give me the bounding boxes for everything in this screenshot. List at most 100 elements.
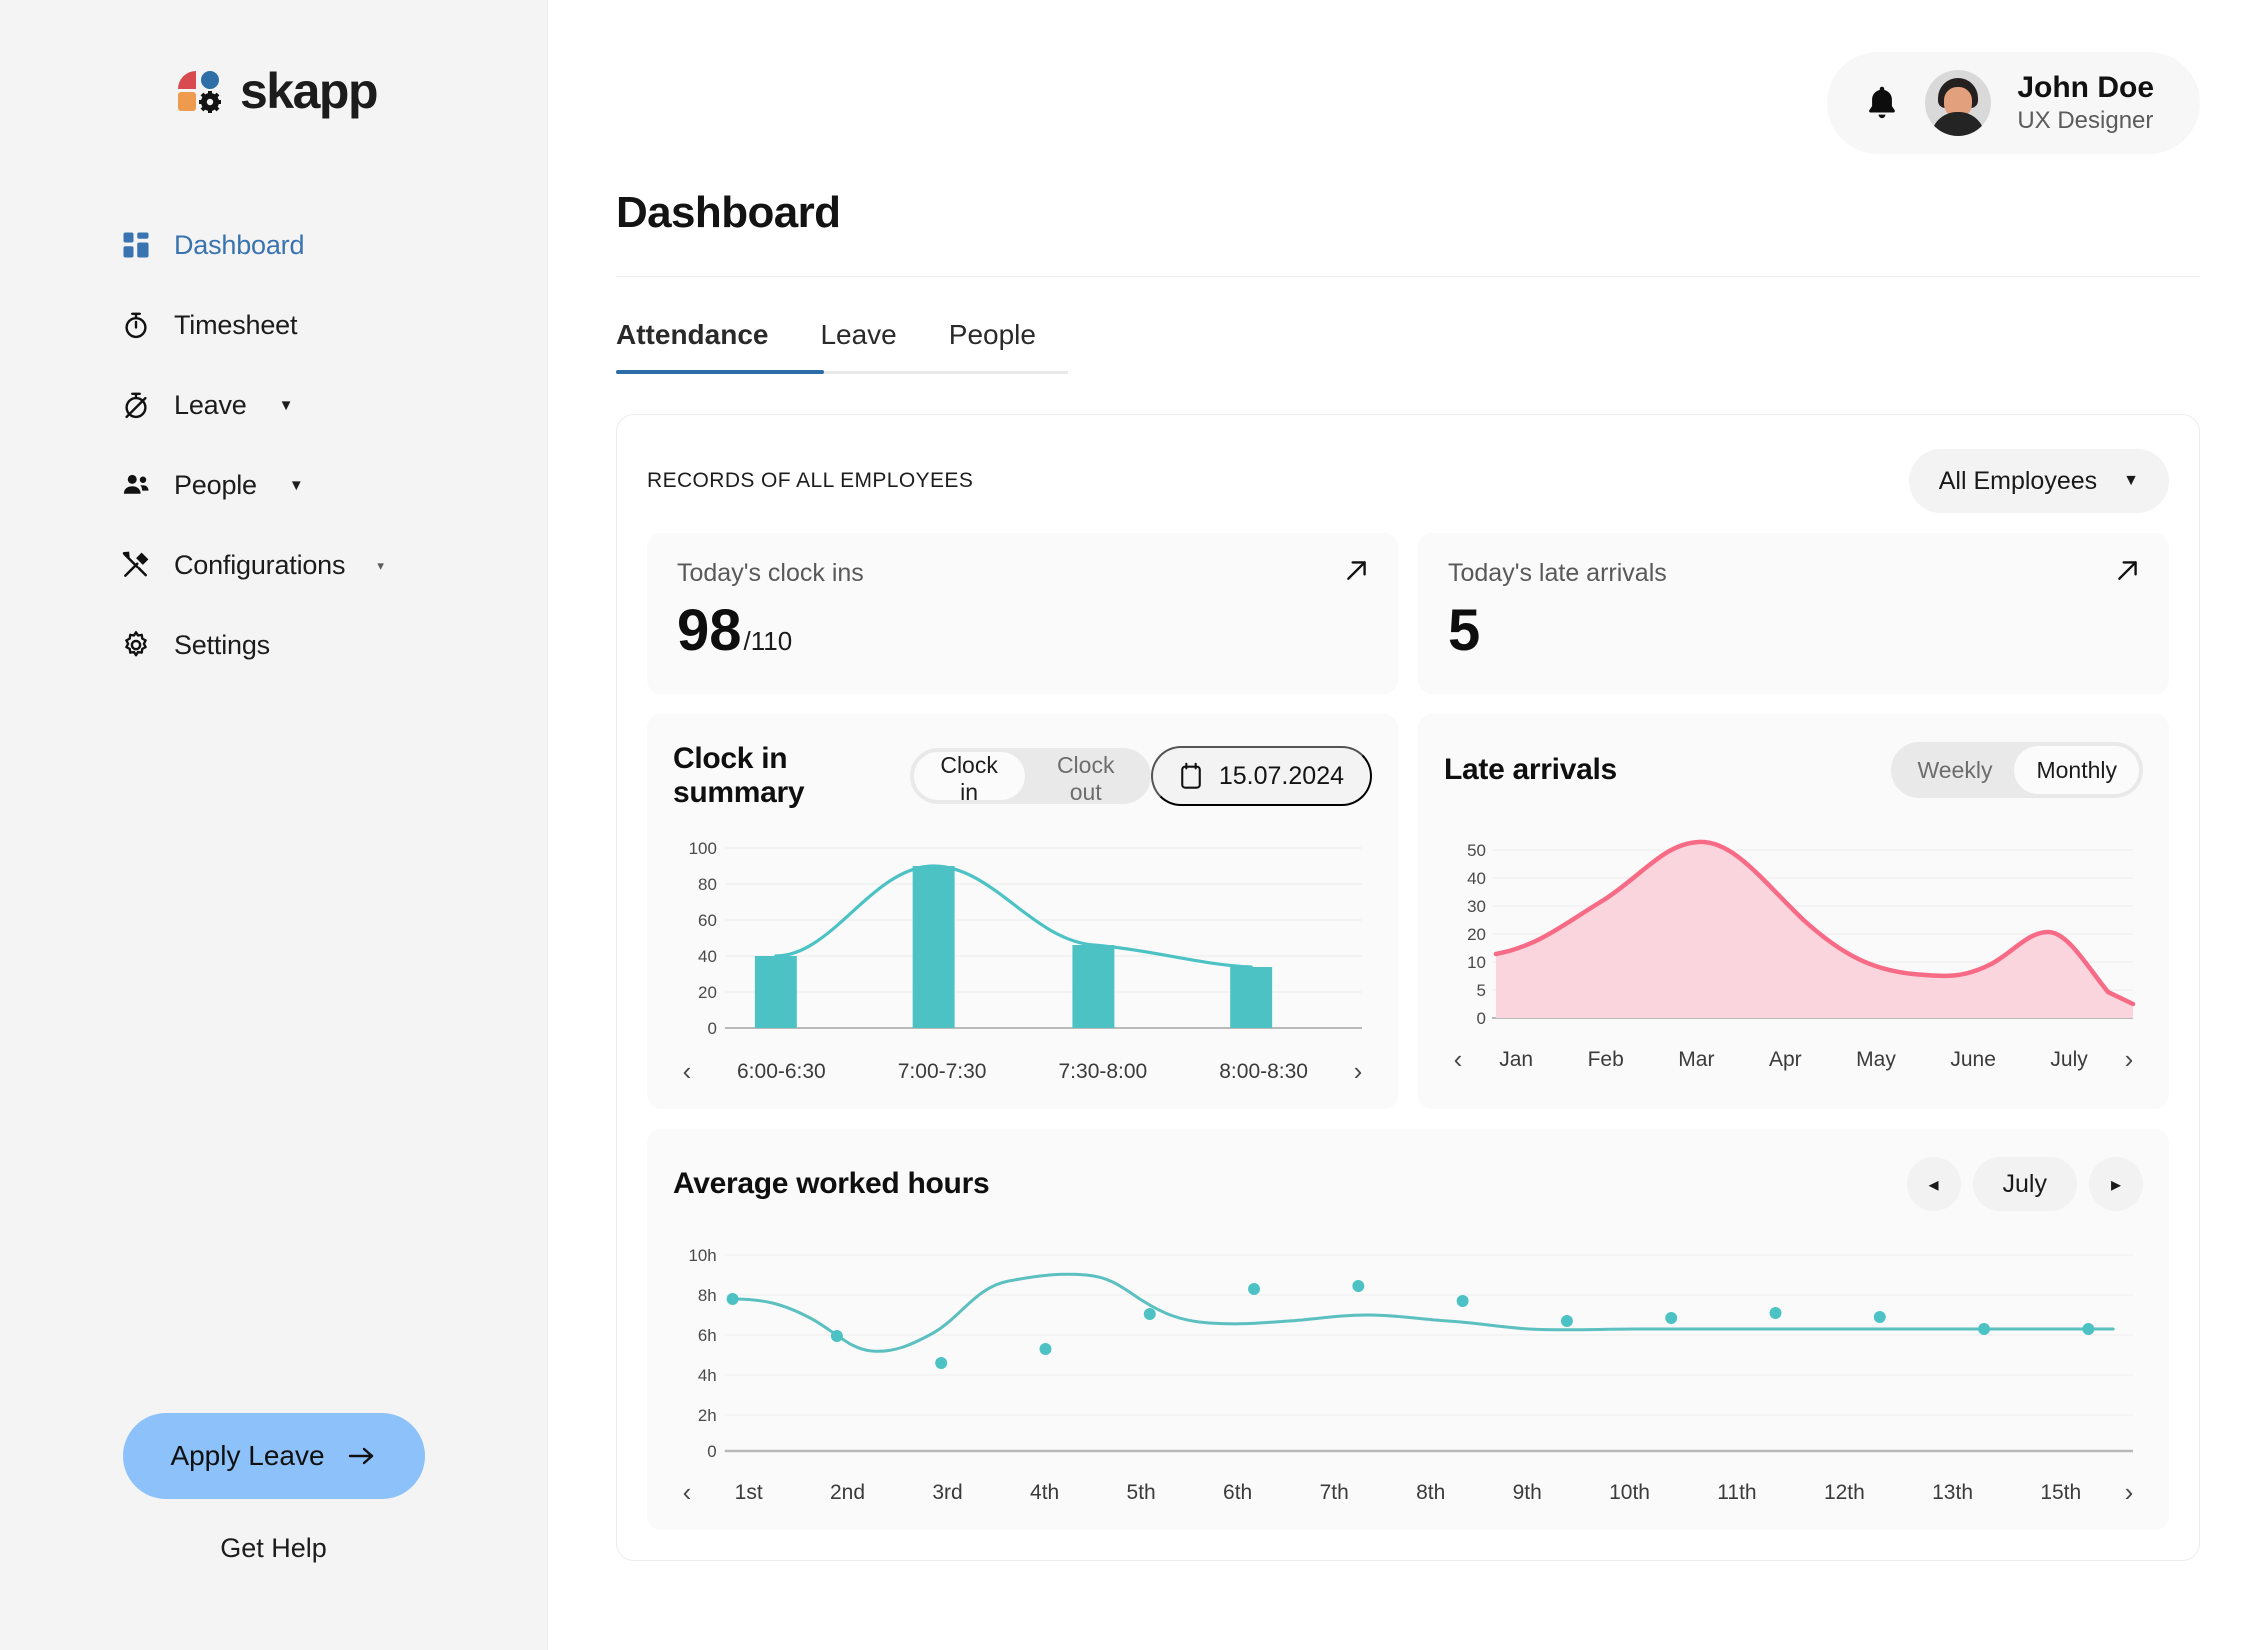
skapp-logo-icon [170,63,226,119]
stat-label: Today's clock ins [677,559,1368,588]
user-name: John Doe [2017,70,2154,105]
employee-filter-dropdown[interactable]: All Employees ▼ [1909,449,2169,513]
arrow-up-right-icon[interactable] [1344,557,1370,583]
stat-value-group: 98 /110 [677,602,1368,660]
notification-bell-icon[interactable] [1865,84,1899,122]
x-tick-label: 10th [1609,1481,1650,1505]
attendance-panel: RECORDS OF ALL EMPLOYEES All Employees ▼… [616,414,2200,1561]
x-tick-label: May [1856,1048,1896,1072]
sidebar-item-timesheet[interactable]: Timesheet [0,296,547,354]
toggle-weekly[interactable]: Weekly [1895,746,2014,794]
next-arrow-icon[interactable]: › [2115,1477,2143,1508]
current-month-button[interactable]: July [1973,1157,2077,1211]
page-title: Dashboard [616,188,2200,238]
user-identity: John Doe UX Designer [2017,70,2154,135]
svg-text:8h: 8h [698,1286,717,1305]
svg-text:5: 5 [1477,981,1486,1000]
svg-text:20: 20 [698,983,717,1002]
x-tick-label: Mar [1678,1048,1714,1072]
chevron-down-icon[interactable]: ▼ [279,398,294,413]
x-tick-label: 5th [1127,1481,1156,1505]
stat-total: /110 [744,628,793,654]
card-header: Average worked hours ◂ July ▸ [673,1157,2143,1211]
prev-month-button[interactable]: ◂ [1907,1157,1961,1211]
x-tick-label: 11th [1717,1481,1756,1505]
next-month-button[interactable]: ▸ [2089,1157,2143,1211]
x-tick-label: June [1950,1048,1996,1072]
sidebar-footer: Apply Leave Get Help [0,1413,547,1564]
arrow-right-icon [347,1445,377,1467]
line-chart-svg: 10h 8h 6h 4h 2h 0 [673,1241,2143,1471]
x-tick-label: 6:00-6:30 [737,1060,826,1084]
employee-filter-value: All Employees [1939,467,2097,496]
chevron-down-icon[interactable]: ▾ [377,559,384,572]
x-tick-label: 9th [1513,1481,1542,1505]
date-picker[interactable]: 15.07.2024 [1151,746,1372,806]
prev-arrow-icon[interactable]: ‹ [673,1056,701,1087]
area-chart: 50 40 30 20 10 5 0 [1444,828,2143,1075]
svg-text:80: 80 [698,875,717,894]
bar-chart-x-axis: ‹ 6:00-6:30 7:00-7:30 7:30-8:00 8:00-8:3… [673,1056,1372,1087]
toggle-monthly[interactable]: Monthly [2014,746,2139,794]
svg-text:0: 0 [1477,1009,1486,1028]
sidebar-item-settings[interactable]: Settings [0,616,547,674]
user-menu[interactable]: John Doe UX Designer [1827,52,2200,154]
sidebar-item-leave[interactable]: Leave ▼ [0,376,547,434]
sidebar-item-label: Timesheet [174,310,297,341]
chevron-down-icon[interactable]: ▼ [289,478,304,493]
bar-chart: 100 80 60 40 20 0 [673,840,1372,1087]
chart-row: Clock in summary Clock in Clock out [647,714,2169,1109]
arrow-up-right-icon[interactable] [2115,557,2141,583]
x-tick-label: 8:00-8:30 [1219,1060,1308,1084]
tab-people[interactable]: People [949,319,1036,371]
toggle-clock-in[interactable]: Clock in [914,752,1025,800]
stat-card-late-arrivals[interactable]: Today's late arrivals 5 [1418,533,2169,694]
gear-icon [120,629,152,661]
panel-header: RECORDS OF ALL EMPLOYEES All Employees ▼ [647,449,2169,513]
sidebar-item-label: Settings [174,630,270,661]
selected-date: 15.07.2024 [1219,762,1344,791]
grid-icon [120,229,152,261]
sidebar: skapp Dashboard [0,0,548,1650]
area-chart-x-axis: ‹ Jan Feb Mar Apr May June July › [1444,1044,2143,1075]
apply-leave-button[interactable]: Apply Leave [123,1413,425,1499]
people-icon [120,469,152,501]
brand-logo[interactable]: skapp [0,62,547,120]
stat-card-clock-ins[interactable]: Today's clock ins 98 /110 [647,533,1398,694]
x-tick-label: 4th [1030,1481,1059,1505]
sidebar-item-label: Leave [174,390,247,421]
main-content: John Doe UX Designer Dashboard Attendanc… [548,0,2268,1650]
svg-text:40: 40 [1467,869,1486,888]
get-help-link[interactable]: Get Help [220,1533,327,1564]
sidebar-item-label: Dashboard [174,230,304,261]
tab-attendance[interactable]: Attendance [616,319,768,371]
avatar [1925,70,1991,136]
sidebar-item-people[interactable]: People ▼ [0,456,547,514]
prev-arrow-icon[interactable]: ‹ [1444,1044,1472,1075]
svg-text:100: 100 [689,840,717,858]
sidebar-item-configurations[interactable]: Configurations ▾ [0,536,547,594]
sidebar-item-dashboard[interactable]: Dashboard [0,216,547,274]
svg-text:0: 0 [708,1019,717,1038]
x-tick-label: 7:30-8:00 [1059,1060,1148,1084]
bar-chart-svg: 100 80 60 40 20 0 [673,840,1372,1050]
x-tick-label: 1st [735,1481,763,1505]
svg-text:50: 50 [1467,841,1486,860]
tab-leave[interactable]: Leave [820,319,896,371]
line-chart-x-axis: ‹ 1st 2nd 3rd 4th 5th 6th 7th 8th 9th 10… [673,1477,2143,1508]
stopwatch-off-icon [120,389,152,421]
next-arrow-icon[interactable]: › [1344,1056,1372,1087]
x-tick-label: 15th [2040,1481,2081,1505]
weekly-monthly-toggle: Weekly Monthly [1891,742,2143,798]
card-title: Late arrivals [1444,753,1617,787]
svg-text:10h: 10h [689,1246,717,1265]
prev-arrow-icon[interactable]: ‹ [673,1477,701,1508]
sidebar-item-label: Configurations [174,550,345,581]
svg-text:30: 30 [1467,897,1486,916]
next-arrow-icon[interactable]: › [2115,1044,2143,1075]
toggle-clock-out[interactable]: Clock out [1025,752,1147,800]
card-header: Late arrivals Weekly Monthly [1444,742,2143,798]
x-tick-label: 6th [1223,1481,1252,1505]
month-navigation: ◂ July ▸ [1907,1157,2143,1211]
x-tick-label: 12th [1824,1481,1865,1505]
